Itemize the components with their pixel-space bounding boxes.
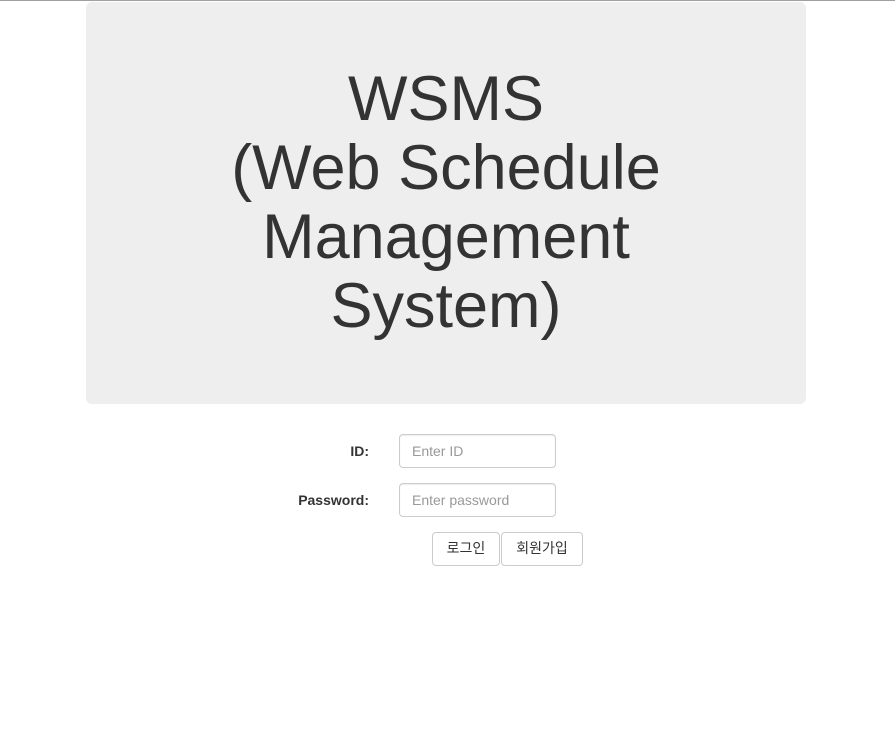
signup-button[interactable]: 회원가입 [501, 532, 583, 566]
form-actions: 로그인 회원가입 [432, 532, 583, 566]
title-line-2: (Web Schedule [231, 133, 661, 203]
jumbotron-banner: WSMS (Web Schedule Management System) [86, 2, 806, 404]
password-input[interactable] [399, 483, 556, 517]
password-form-group: Password: [0, 483, 895, 517]
title-line-1: WSMS [348, 64, 544, 134]
title-line-3: Management [262, 202, 630, 272]
title-line-4: System) [330, 271, 562, 341]
id-label: ID: [350, 443, 369, 459]
id-form-group: ID: [0, 434, 895, 468]
password-label: Password: [298, 492, 369, 508]
page-title: WSMS (Web Schedule Management System) [231, 65, 661, 341]
id-input[interactable] [399, 434, 556, 468]
top-border-line [0, 0, 895, 1]
login-button[interactable]: 로그인 [432, 532, 500, 566]
